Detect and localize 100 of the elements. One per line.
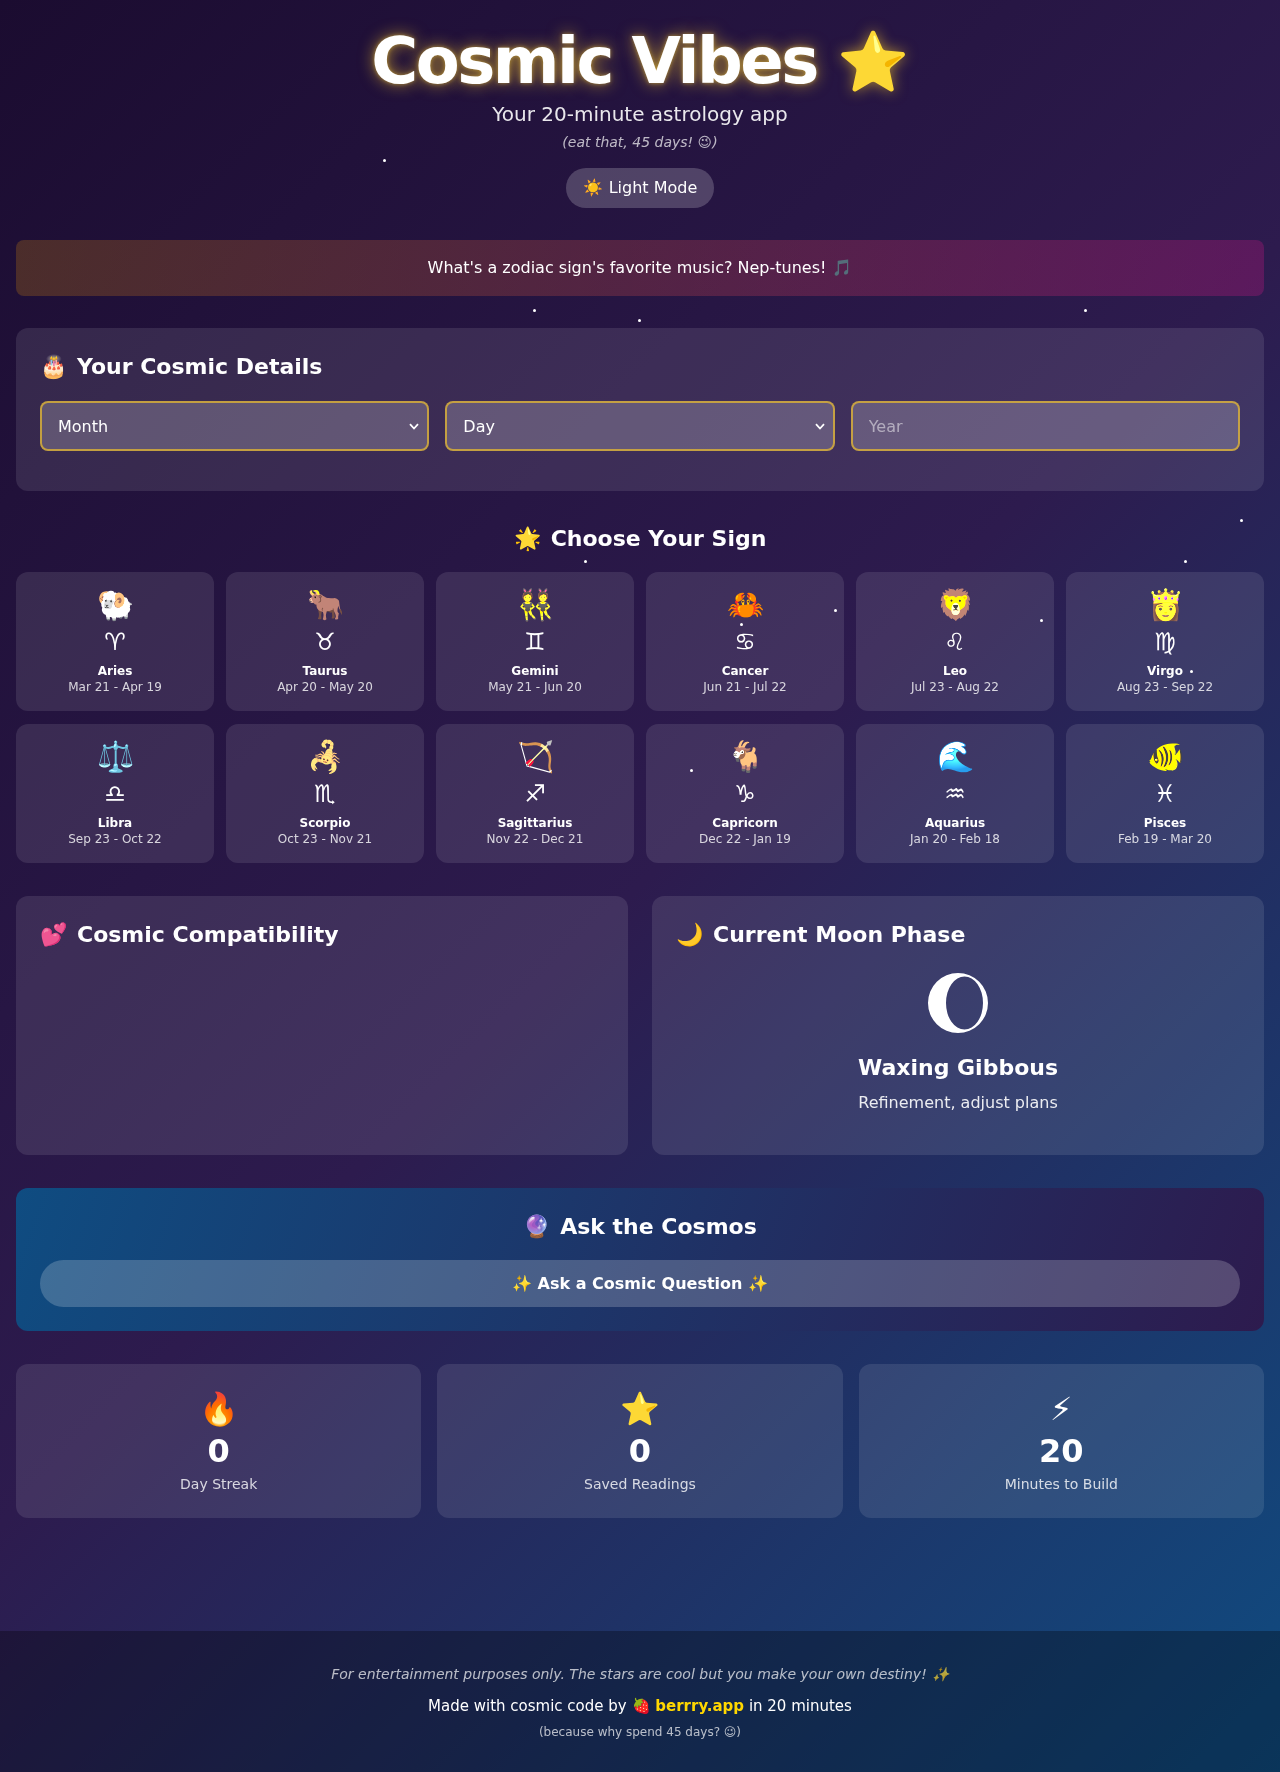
stat-value: 20 [1039, 1432, 1084, 1470]
sign-dates: May 21 - Jun 20 [488, 679, 582, 695]
ox-icon: 🐂 [306, 588, 344, 622]
ask-question-button[interactable]: ✨ Ask a Cosmic Question ✨ [40, 1260, 1240, 1307]
sign-card[interactable]: 🐐 ♑ Capricorn Dec 22 - Jan 19 [646, 724, 844, 863]
sign-name: Leo [943, 663, 967, 679]
sign-dates: Sep 23 - Oct 22 [68, 831, 162, 847]
section-title: Choose Your Sign [550, 525, 767, 553]
lion-icon: 🦁 [936, 588, 974, 622]
virgo-glyph-icon: ♍ [1154, 627, 1176, 657]
leo-glyph-icon: ♌ [944, 627, 966, 657]
moon-phase-name: Waxing Gibbous [857, 1054, 1059, 1082]
sign-dates: Oct 23 - Nov 21 [277, 831, 373, 847]
sign-dates: Jul 23 - Aug 22 [910, 679, 999, 695]
star-dot-icon [1240, 519, 1243, 522]
year-input[interactable]: Year [850, 401, 1240, 451]
section-title: Ask the Cosmos [560, 1213, 757, 1241]
sign-dates: Feb 19 - Mar 20 [1118, 831, 1212, 847]
fire-icon: 🔥 [198, 1388, 239, 1430]
sign-name: Capricorn [712, 815, 778, 831]
star-dot-icon [1040, 619, 1043, 622]
two-hearts-icon: 💕 [40, 920, 67, 950]
sign-dates: Jun 21 - Jul 22 [703, 679, 787, 695]
chevron-icon [814, 422, 825, 430]
sign-name: Aries [97, 663, 133, 679]
sign-name: Aquarius [924, 815, 986, 831]
star-dot-icon [383, 159, 386, 162]
sign-card[interactable]: 🦂 ♏ Scorpio Oct 23 - Nov 21 [226, 724, 424, 863]
capricorn-glyph-icon: ♑ [734, 779, 756, 809]
sign-name: Virgo [1147, 663, 1183, 679]
scorpion-icon: 🦂 [306, 740, 344, 774]
sparkle-icon: ✨ [931, 1664, 949, 1684]
gemini-glyph-icon: ♊ [524, 627, 546, 657]
sign-dates: Apr 20 - May 20 [277, 679, 373, 695]
crescent-moon-icon: 🌙 [676, 920, 703, 950]
princess-icon: 👸 [1146, 588, 1184, 622]
disclaimer-text: For entertainment purposes only. The stars are cool but you make your own destiny! [331, 1665, 927, 1684]
sagittarius-glyph-icon: ♐ [524, 779, 546, 809]
chevron-icon [409, 422, 420, 430]
day-select[interactable]: Day [445, 401, 835, 451]
taurus-glyph-icon: ♉ [314, 627, 336, 657]
sign-dates: Jan 20 - Feb 18 [910, 831, 1000, 847]
section-title: Your Cosmic Details [77, 353, 323, 381]
sign-card[interactable]: 👸 ♍ Virgo Aug 23 - Sep 22 [1066, 572, 1264, 711]
sign-card[interactable]: 🏹 ♐ Sagittarius Nov 22 - Dec 21 [436, 724, 634, 863]
berrry-link[interactable]: berrry.app [655, 1697, 745, 1715]
scorpio-glyph-icon: ♏ [314, 779, 336, 809]
sign-card[interactable]: 🐠 ♓ Pisces Feb 19 - Mar 20 [1066, 724, 1264, 863]
sign-card[interactable]: ⚖ ♎ Libra Sep 23 - Oct 22 [16, 724, 214, 863]
stat-value: 0 [207, 1432, 230, 1470]
sign-card[interactable]: 🌊 ♒ Aquarius Jan 20 - Feb 18 [856, 724, 1054, 863]
stat-value: 0 [628, 1432, 652, 1470]
sign-card[interactable]: 👯 ♊ Gemini May 21 - Jun 20 [436, 572, 634, 711]
moon-phase-icon [927, 972, 989, 1034]
star-dot-icon [740, 623, 743, 626]
sign-dates: Aug 23 - Sep 22 [1116, 679, 1214, 695]
light-mode-button[interactable]: ☀ Light Mode [565, 168, 715, 208]
star-dot-icon [834, 609, 837, 612]
libra-glyph-icon: ♎ [104, 779, 126, 809]
sign-dates: Dec 22 - Jan 19 [699, 831, 791, 847]
pisces-glyph-icon: ♓ [1154, 779, 1176, 809]
stat-label: Minutes to Build [1004, 1475, 1118, 1494]
section-title: Cosmic Compatibility [77, 921, 339, 949]
music-note-icon: 🎵 [832, 258, 853, 278]
wave-icon: 🌊 [936, 740, 974, 774]
sparkle-icon: ✨ [748, 1274, 769, 1293]
sign-name: Sagittarius [497, 815, 573, 831]
ram-icon: 🐏 [96, 588, 134, 622]
sign-card[interactable]: 🦀 ♋ Cancer Jun 21 - Jul 22 [646, 572, 844, 711]
star-icon: ⭐ [836, 32, 909, 91]
star-dot-icon [1190, 670, 1193, 673]
aries-glyph-icon: ♈ [104, 627, 126, 657]
tagline: (eat that, 45 days! 😉) [562, 133, 718, 151]
stat-label: Saved Readings [584, 1475, 696, 1494]
stat-label: Day Streak [180, 1475, 258, 1494]
bow-and-arrow-icon: 🏹 [516, 740, 554, 774]
credit-line: Made with cosmic code by 🍓 berrry.app in 20 minutes [428, 1696, 852, 1716]
sign-card[interactable]: 🦁 ♌ Leo Jul 23 - Aug 22 [856, 572, 1054, 711]
sign-name: Scorpio [299, 815, 351, 831]
sun-icon: ☀ [582, 178, 603, 198]
dancers-icon: 👯 [516, 588, 554, 622]
app-title: Cosmic Vibes [371, 23, 817, 100]
star-dot-icon [533, 309, 536, 312]
sign-dates: Nov 22 - Dec 21 [486, 831, 584, 847]
strawberry-icon: 🍓 [631, 1697, 651, 1715]
sign-card[interactable]: 🐂 ♉ Taurus Apr 20 - May 20 [226, 572, 424, 711]
star-dot-icon [1084, 309, 1087, 312]
star-icon: ⭐ [620, 1388, 660, 1430]
sign-name: Taurus [302, 663, 348, 679]
goat-icon: 🐐 [726, 740, 764, 774]
star-dot-icon [584, 560, 587, 563]
sign-card[interactable]: 🐏 ♈ Aries Mar 21 - Apr 19 [16, 572, 214, 711]
moon-phase-meaning: Refinement, adjust plans [858, 1093, 1058, 1113]
aquarius-glyph-icon: ♒ [944, 779, 966, 809]
crab-icon: 🦀 [726, 588, 764, 622]
section-title: Current Moon Phase [713, 921, 966, 949]
sign-name: Cancer [721, 663, 769, 679]
fish-icon: 🐠 [1146, 740, 1184, 774]
sign-name: Libra [97, 815, 133, 831]
month-select[interactable]: Month [40, 401, 430, 451]
